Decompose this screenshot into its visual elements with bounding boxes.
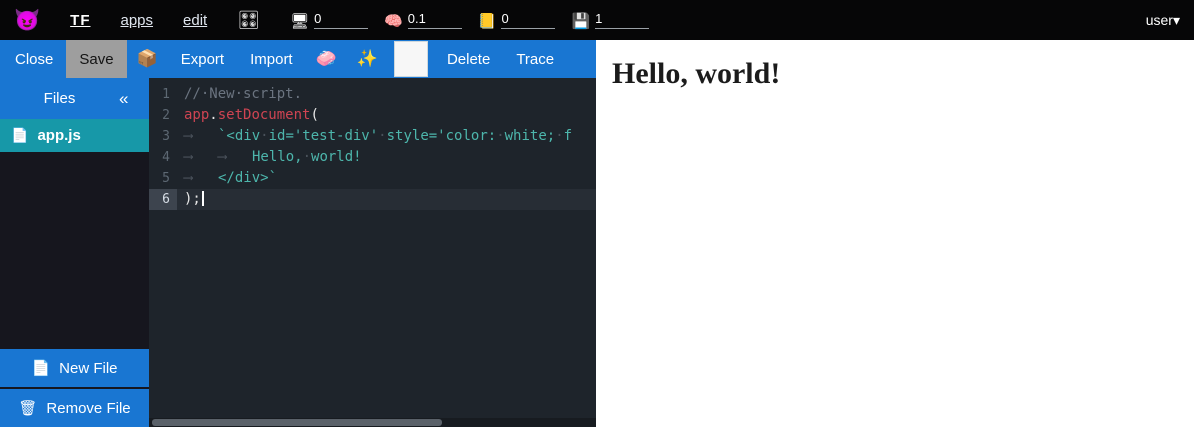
line-number: 4 bbox=[149, 147, 177, 168]
stat-memory: 🧠 0.1 bbox=[384, 11, 462, 29]
line-number: 1 bbox=[149, 84, 177, 105]
code-token: ( bbox=[310, 107, 318, 123]
editor-gutter: 123456 bbox=[149, 78, 177, 427]
files-title: Files bbox=[0, 90, 119, 107]
user-menu[interactable]: user▾ bbox=[1146, 12, 1180, 29]
code-token: ⟶ bbox=[184, 126, 218, 147]
files-empty-area bbox=[0, 152, 149, 349]
stat-memory-value: 0.1 bbox=[408, 11, 462, 29]
code-token: · bbox=[496, 128, 504, 144]
editor-code[interactable]: //·New·script.app.setDocument(⟶`<div·id=… bbox=[177, 78, 596, 427]
app-output-pane: Hello, world! bbox=[596, 40, 1194, 427]
new-file-label: New File bbox=[59, 360, 117, 377]
code-token: . bbox=[209, 107, 217, 123]
remove-file-label: Remove File bbox=[46, 400, 130, 417]
main-area: Close Save 📦 Export Import 🧼 ✨ Delete Tr… bbox=[0, 40, 1194, 427]
app-window: 😈 TF apps edit 🎛 🖥 0 🧠 0.1 📒 0 💾 1 user▾ bbox=[0, 0, 1194, 427]
save-button[interactable]: Save bbox=[66, 40, 126, 78]
code-token: setDocument bbox=[218, 107, 311, 123]
code-token: · bbox=[260, 128, 268, 144]
nav-link-apps[interactable]: apps bbox=[120, 12, 153, 29]
code-editor[interactable]: 123456 //·New·script.app.setDocument(⟶`<… bbox=[149, 78, 596, 427]
output-heading: Hello, world! bbox=[612, 57, 1194, 91]
stat-ledger: 📒 0 bbox=[478, 11, 556, 29]
code-token: · bbox=[378, 128, 386, 144]
code-line[interactable]: app.setDocument( bbox=[177, 105, 596, 126]
package-icon-button[interactable]: 📦 bbox=[127, 40, 168, 78]
nav-link-tf[interactable]: TF bbox=[70, 12, 90, 29]
ledger-icon: 📒 bbox=[478, 14, 497, 29]
editor-toolbar: Close Save 📦 Export Import 🧼 ✨ Delete Tr… bbox=[0, 40, 596, 78]
line-number: 2 bbox=[149, 105, 177, 126]
editor-hscrollbar[interactable] bbox=[149, 418, 596, 427]
code-token: ⟶ bbox=[184, 147, 218, 168]
brain-icon: 🧠 bbox=[384, 14, 403, 29]
code-token: world! bbox=[311, 149, 362, 165]
code-token: white; bbox=[505, 128, 556, 144]
code-line[interactable]: //·New·script. bbox=[177, 84, 596, 105]
blank-button[interactable] bbox=[394, 41, 428, 77]
code-token: ⟶ bbox=[184, 168, 218, 189]
files-panel: Files « 📄 app.js 📄 New File 🗑 Remove bbox=[0, 78, 149, 427]
files-header: Files « bbox=[0, 78, 149, 119]
new-file-button[interactable]: 📄 New File bbox=[0, 349, 149, 387]
code-token: `<div bbox=[218, 128, 260, 144]
code-token: · bbox=[555, 128, 563, 144]
trash-icon: 🗑 bbox=[18, 399, 37, 417]
import-button[interactable]: Import bbox=[237, 40, 306, 78]
export-button[interactable]: Export bbox=[168, 40, 237, 78]
code-token: id='test-div' bbox=[269, 128, 379, 144]
delete-button[interactable]: Delete bbox=[434, 40, 503, 78]
file-icon: 📄 bbox=[11, 127, 28, 144]
remove-file-button[interactable]: 🗑 Remove File bbox=[0, 389, 149, 427]
line-number: 5 bbox=[149, 168, 177, 189]
workspace: Files « 📄 app.js 📄 New File 🗑 Remove bbox=[0, 78, 596, 427]
nav-link-edit[interactable]: edit bbox=[183, 12, 207, 29]
code-line[interactable]: ⟶</div>` bbox=[177, 168, 596, 189]
stat-saves: 💾 1 bbox=[571, 11, 649, 29]
code-line[interactable]: ⟶⟶Hello,·world! bbox=[177, 147, 596, 168]
close-button[interactable]: Close bbox=[2, 40, 66, 78]
editor-hscrollbar-thumb[interactable] bbox=[152, 419, 442, 426]
code-token: · bbox=[303, 149, 311, 165]
control-knobs-icon[interactable]: 🎛 bbox=[237, 10, 260, 31]
soap-icon-button[interactable]: 🧼 bbox=[306, 40, 347, 78]
floppy-icon: 💾 bbox=[571, 14, 590, 29]
code-token: Hello, bbox=[252, 149, 303, 165]
code-token: app bbox=[184, 107, 209, 123]
monitor-icon: 🖥 bbox=[290, 14, 309, 29]
stat-saves-value: 1 bbox=[595, 11, 649, 29]
stat-monitor: 🖥 0 bbox=[290, 11, 368, 29]
line-number: 6 bbox=[149, 189, 177, 210]
status-stats: 🖥 0 🧠 0.1 📒 0 💾 1 bbox=[290, 11, 649, 29]
stat-ledger-value: 0 bbox=[501, 11, 555, 29]
code-line[interactable]: ⟶`<div·id='test-div'·style='color:·white… bbox=[177, 126, 596, 147]
code-token: ⟶ bbox=[218, 147, 252, 168]
topbar: 😈 TF apps edit 🎛 🖥 0 🧠 0.1 📒 0 💾 1 user▾ bbox=[0, 0, 1194, 40]
code-token: style='color: bbox=[387, 128, 497, 144]
text-cursor bbox=[202, 191, 204, 206]
file-item-appjs[interactable]: 📄 app.js bbox=[0, 119, 149, 152]
logo-emoji-icon[interactable]: 😈 bbox=[14, 10, 40, 31]
line-number: 3 bbox=[149, 126, 177, 147]
new-file-icon: 📄 bbox=[31, 359, 50, 377]
file-name: app.js bbox=[37, 127, 80, 144]
code-token: f bbox=[564, 128, 572, 144]
code-line[interactable]: ); bbox=[177, 189, 596, 210]
sparkles-icon-button[interactable]: ✨ bbox=[347, 40, 388, 78]
code-token: ); bbox=[184, 191, 201, 207]
code-token: //·New·script. bbox=[184, 86, 302, 102]
editor-side: Close Save 📦 Export Import 🧼 ✨ Delete Tr… bbox=[0, 40, 596, 427]
collapse-panel-button[interactable]: « bbox=[119, 89, 149, 109]
stat-monitor-value: 0 bbox=[314, 11, 368, 29]
code-token: </div>` bbox=[218, 170, 277, 186]
trace-button[interactable]: Trace bbox=[503, 40, 567, 78]
